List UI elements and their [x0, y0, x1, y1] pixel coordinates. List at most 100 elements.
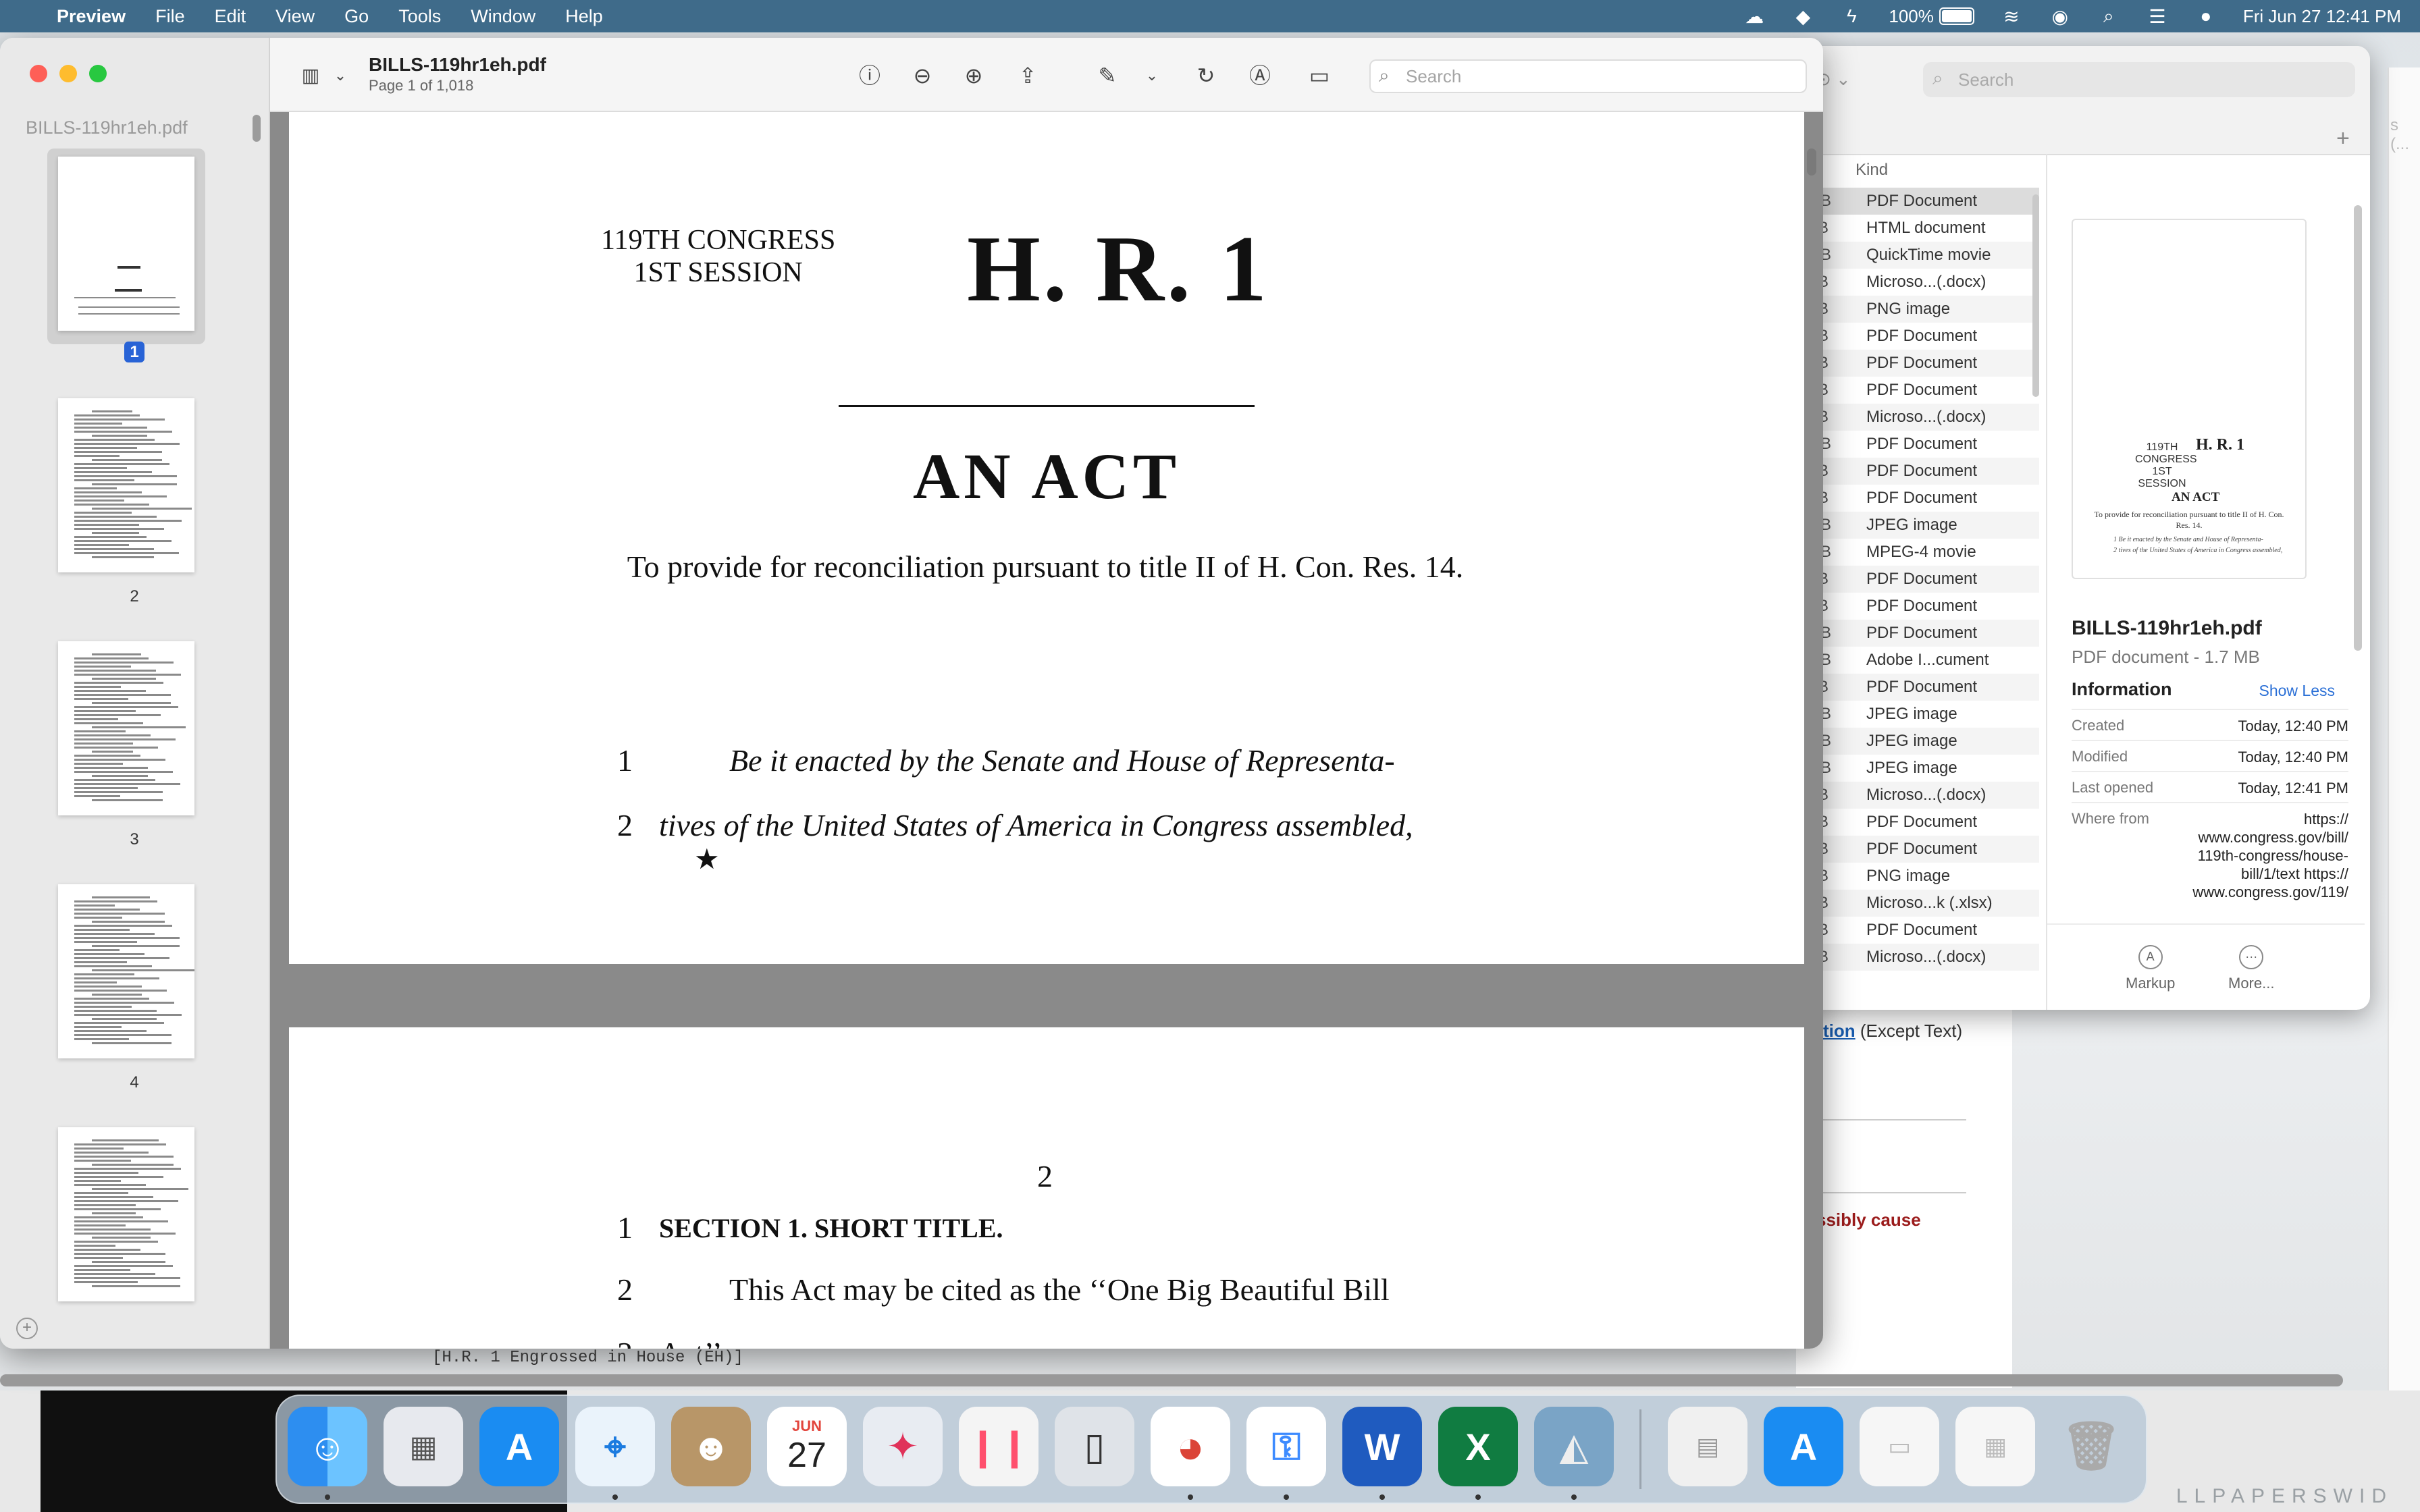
search-input[interactable]: ⌕ Search [1369, 59, 1807, 93]
info-icon[interactable]: ⓘ [856, 62, 883, 89]
dock-excel-icon[interactable]: X [1438, 1407, 1518, 1486]
menu-go[interactable]: Go [344, 6, 369, 27]
finder-search-input[interactable]: ⌕ Search [1923, 62, 2355, 97]
file-list-row[interactable]: KBPDF Document [1796, 674, 2039, 701]
info-value-url[interactable]: https:// www.congress.gov/bill/ 119th-co… [2180, 803, 2348, 901]
dock-acrobat-icon[interactable]: ✦ [863, 1407, 943, 1486]
markup-icon[interactable]: Ⓐ [1246, 62, 1273, 89]
page-thumbnail-5[interactable] [58, 1127, 194, 1301]
file-list-row[interactable]: MBJPEG image [1796, 755, 2039, 782]
file-list-row[interactable]: KBPDF Document [1796, 917, 2039, 944]
page-thumbnail-1[interactable] [58, 157, 194, 331]
browser-link[interactable]: tion [1823, 1021, 1856, 1041]
file-list-row[interactable]: KBPDF Document [1796, 485, 2039, 512]
file-list-row[interactable]: KBPDF Document [1796, 458, 2039, 485]
file-list-row[interactable]: KBMicroso...(.docx) [1796, 782, 2039, 809]
page-thumbnail-4[interactable] [58, 884, 194, 1058]
column-header-kind[interactable]: Kind [1856, 161, 1888, 180]
dock-safari-icon[interactable]: ⌖ [575, 1407, 655, 1486]
file-list-row[interactable]: MBJPEG image [1796, 701, 2039, 728]
file-list-row[interactable]: MBAdobe I...cument [1796, 647, 2039, 674]
file-list-row[interactable]: MBPDF Document [1796, 431, 2039, 458]
dock-preview-icon[interactable]: ◭ [1534, 1407, 1614, 1486]
menu-clock[interactable]: Fri Jun 27 12:41 PM [2243, 6, 2401, 27]
dock-launchpad-icon[interactable]: ▦ [384, 1407, 463, 1486]
document-canvas[interactable]: 119TH CONGRESS 1ST SESSION H. R. 1 AN AC… [270, 112, 1823, 1349]
file-list-row[interactable]: KBMicroso...(.docx) [1796, 269, 2039, 296]
share-icon[interactable]: ⇪ [1014, 62, 1041, 89]
chevron-down-icon[interactable]: ⌄ [327, 62, 354, 89]
icloud-icon[interactable]: ☁ [1743, 6, 1766, 27]
file-list-row[interactable]: KBPDF Document [1796, 323, 2039, 350]
dock-word-icon[interactable]: W [1342, 1407, 1422, 1486]
menu-file[interactable]: File [155, 6, 185, 27]
sidebar-toggle-icon[interactable]: ▥ [297, 62, 324, 89]
menu-tools[interactable]: Tools [398, 6, 441, 27]
list-scrollbar[interactable] [2032, 194, 2039, 397]
file-list-row[interactable]: KBPDF Document [1796, 836, 2039, 863]
markup-button[interactable]: A Markup [2126, 945, 2175, 992]
menu-edit[interactable]: Edit [215, 6, 246, 27]
dock-trash-icon[interactable]: 🗑 [2051, 1407, 2131, 1486]
document-scrollbar[interactable] [1807, 148, 1816, 176]
chevron-down-icon[interactable]: ⌄ [1138, 62, 1165, 89]
file-list-row[interactable]: KBPDF Document [1796, 566, 2039, 593]
preview-window[interactable]: BILLS-119hr1eh.pdf 1 2 3 4 + ▥ ⌄ BILLS-1… [0, 38, 1823, 1349]
battery-status[interactable]: 100% [1889, 6, 1974, 27]
dock-passwords-icon[interactable]: ⚿ [1246, 1407, 1326, 1486]
close-button[interactable] [30, 65, 47, 82]
siri-icon[interactable]: ● [2194, 5, 2217, 26]
file-list-row[interactable]: KBMicroso...k (.xlsx) [1796, 890, 2039, 917]
user-icon[interactable]: ◉ [2049, 6, 2072, 27]
add-page-icon[interactable]: + [16, 1318, 38, 1339]
show-less-button[interactable]: Show Less [2259, 682, 2335, 700]
app-menu[interactable]: Preview [57, 6, 126, 27]
background-window-edge[interactable] [2388, 68, 2420, 1390]
sidebar-scrollbar[interactable] [253, 115, 261, 142]
preview-pane-scrollbar[interactable] [2354, 205, 2362, 651]
dock-app-store-icon[interactable]: A [479, 1407, 559, 1486]
dock-calendar-icon[interactable]: JUN 27 [767, 1407, 847, 1486]
dock-window-thumbnail-icon[interactable]: ▦ [1955, 1407, 2035, 1486]
file-list-row[interactable]: MBQuickTime movie [1796, 242, 2039, 269]
dropbox-icon[interactable]: ◆ [1791, 6, 1814, 27]
page-thumbnail-3[interactable] [58, 641, 194, 815]
menu-help[interactable]: Help [565, 6, 603, 27]
rotate-icon[interactable]: ↻ [1192, 62, 1219, 89]
file-list-row[interactable]: KBMicroso...(.docx) [1796, 404, 2039, 431]
file-list-row[interactable]: KBPNG image [1796, 296, 2039, 323]
form-fill-icon[interactable]: ▭ [1306, 62, 1333, 89]
file-list-row[interactable]: MBJPEG image [1796, 512, 2039, 539]
minimize-button[interactable] [59, 65, 77, 82]
file-list-row[interactable]: KBHTML document [1796, 215, 2039, 242]
file-list-row[interactable]: KBPNG image [1796, 863, 2039, 890]
menu-window[interactable]: Window [471, 6, 535, 27]
control-center-icon[interactable]: ☰ [2146, 6, 2169, 27]
dock-app-store-folder-icon[interactable]: A [1764, 1407, 1843, 1486]
document-title[interactable]: BILLS-119hr1eh.pdf [369, 54, 546, 76]
file-list-row[interactable]: MBMPEG-4 movie [1796, 539, 2039, 566]
power-icon[interactable]: ϟ [1840, 5, 1863, 26]
horizontal-scrollbar[interactable] [0, 1374, 2343, 1386]
file-list-row[interactable]: MBPDF Document [1796, 620, 2039, 647]
finder-window[interactable]: ⊙ ⌄ ⌕ Search + Kind MBPDF DocumentKBHTML… [1796, 46, 2370, 1010]
dock-pdf-document-icon[interactable]: ▤ [1668, 1407, 1747, 1486]
add-tab-icon[interactable]: + [2336, 126, 2350, 152]
dock-chrome-icon[interactable]: ◕ [1151, 1407, 1230, 1486]
wifi-icon[interactable]: ≋ [2000, 6, 2023, 27]
dock-contacts-icon[interactable]: ☻ [671, 1407, 751, 1486]
file-list-row[interactable]: KBPDF Document [1796, 350, 2039, 377]
dock-iphone-mirroring-icon[interactable]: ▯ [1055, 1407, 1134, 1486]
file-list-row[interactable]: MBPDF Document [1796, 188, 2039, 215]
highlight-pen-icon[interactable]: ✎ [1094, 62, 1121, 89]
zoom-in-icon[interactable]: ⊕ [960, 62, 987, 89]
dock-window-thumbnail-icon[interactable]: ▭ [1860, 1407, 1939, 1486]
file-list-row[interactable]: KBPDF Document [1796, 809, 2039, 836]
zoom-button[interactable] [89, 65, 107, 82]
file-list-row[interactable]: KBMicroso...(.docx) [1796, 944, 2039, 971]
more-button[interactable]: ··· More... [2228, 945, 2274, 992]
dock-monday-icon[interactable]: ❙❙ [959, 1407, 1038, 1486]
spotlight-icon[interactable]: ⌕ [2097, 5, 2120, 26]
page-thumbnail-2[interactable] [58, 398, 194, 572]
file-list-row[interactable]: MBJPEG image [1796, 728, 2039, 755]
